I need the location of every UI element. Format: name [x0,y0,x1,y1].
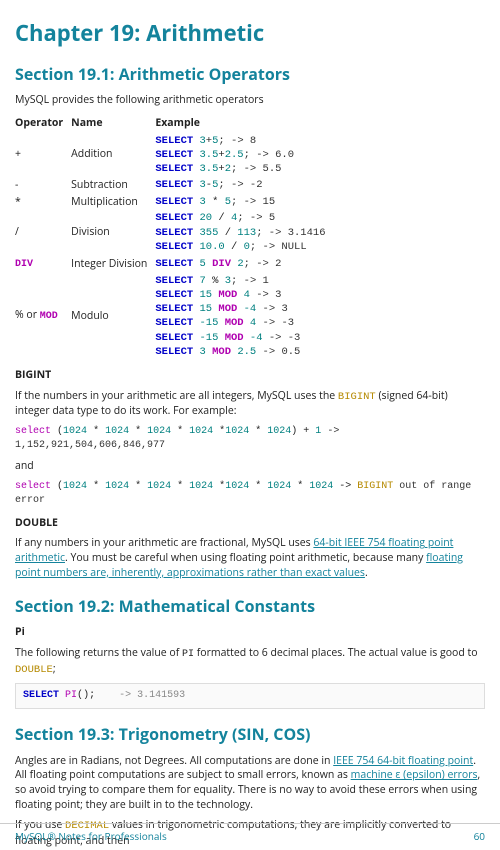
table-row: DIV Integer Division SELECT 5 DIV 2; -> … [15,255,334,273]
machine-epsilon-link[interactable]: machine ε (epsilon) errors [351,768,478,782]
section-2-heading: Section 19.2: Mathematical Constants [15,595,485,617]
pi-subhead: Pi [15,625,485,640]
footer-left: MySQL® Notes for Professionals [15,829,167,843]
bigint-paragraph: If the numbers in your arithmetic are al… [15,389,485,419]
page-footer: MySQL® Notes for Professionals 60 [0,823,500,849]
pi-codebox: SELECT PI(); -> 3.141593 [15,683,485,709]
chapter-title: Chapter 19: Arithmetic [15,18,485,49]
bigint-example-2: select (1024 * 1024 * 1024 * 1024 *1024 … [15,480,485,508]
table-row: * Multiplication SELECT 3 * 5; -> 15 [15,194,334,211]
section-3-heading: Section 19.3: Trigonometry (SIN, COS) [15,723,485,745]
and-text: and [15,459,485,474]
th-operator: Operator [15,114,71,133]
th-name: Name [71,114,155,133]
th-example: Example [155,114,333,133]
section-1-heading: Section 19.1: Arithmetic Operators [15,63,485,85]
double-paragraph: If any numbers in your arithmetic are fr… [15,536,485,580]
table-row: + Addition SELECT 3+5; -> 8 SELECT 3.5+2… [15,133,334,178]
bigint-example-1: select (1024 * 1024 * 1024 * 1024 *1024 … [15,425,485,453]
table-row: / Division SELECT 20 / 4; -> 5 SELECT 35… [15,210,334,255]
section-1-intro: MySQL provides the following arithmetic … [15,93,485,108]
ieee754-64bit-link[interactable]: IEEE 754 64-bit floating point [333,754,473,768]
operator-table: Operator Name Example + Addition SELECT … [15,114,334,360]
bigint-subhead: BIGINT [15,368,485,383]
trig-paragraph-1: Angles are in Radians, not Degrees. All … [15,754,485,813]
pi-paragraph: The following returns the value of PI fo… [15,646,485,678]
table-row: % or MOD Modulo SELECT 7 % 3; -> 1 SELEC… [15,273,334,360]
footer-page-number: 60 [474,829,485,843]
table-row: - Subtraction SELECT 3-5; -> -2 [15,177,334,194]
double-subhead: DOUBLE [15,516,485,531]
